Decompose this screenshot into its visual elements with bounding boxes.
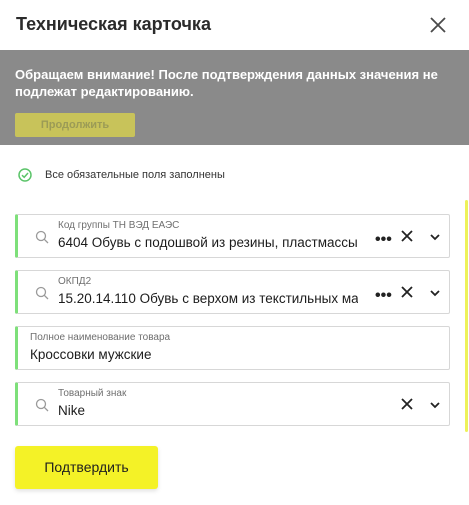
field-value[interactable]: 15.20.14.110 Обувь с верхом из текстильн… [58,291,358,306]
field-tnved[interactable]: Код группы ТН ВЭД ЕАЭС 6404 Обувь с подо… [15,214,450,258]
field-label: Код группы ТН ВЭД ЕАЭС [58,220,180,231]
clear-icon[interactable] [400,397,414,411]
field-value[interactable]: Кроссовки мужские [30,347,430,362]
more-icon[interactable]: ••• [375,232,392,248]
confirm-button[interactable]: Подтвердить [15,446,158,489]
field-label: ОКПД2 [58,276,92,287]
warning-banner: Обращаем внимание! После подтверждения д… [0,50,469,145]
scrollbar[interactable] [465,200,468,432]
banner-message: Обращаем внимание! После подтверждения д… [15,67,438,99]
close-icon[interactable] [428,15,448,35]
field-okpd2[interactable]: ОКПД2 15.20.14.110 Обувь с верхом из тек… [15,270,450,314]
field-label: Товарный знак [58,388,127,399]
dialog-title: Техническая карточка [16,14,211,34]
dialog-header: Техническая карточка [0,0,469,50]
check-circle-icon [18,168,32,182]
chevron-down-icon[interactable] [429,232,441,242]
continue-button[interactable]: Продолжить [15,113,135,137]
field-trademark[interactable]: Товарный знак Nike [15,382,450,426]
search-icon [35,286,49,300]
clear-icon[interactable] [400,229,414,243]
chevron-down-icon[interactable] [429,288,441,298]
clear-icon[interactable] [400,285,414,299]
field-product-name[interactable]: Полное наименование товара Кроссовки муж… [15,326,450,370]
status-text: Все обязательные поля заполнены [45,169,225,181]
search-icon [35,230,49,244]
chevron-down-icon[interactable] [429,400,441,410]
search-icon [35,398,49,412]
field-label: Полное наименование товара [30,332,171,343]
validation-status: Все обязательные поля заполнены [18,167,225,183]
more-icon[interactable]: ••• [375,288,392,304]
field-value[interactable]: Nike [58,403,358,418]
field-value[interactable]: 6404 Обувь с подошвой из резины, пластма… [58,235,358,250]
